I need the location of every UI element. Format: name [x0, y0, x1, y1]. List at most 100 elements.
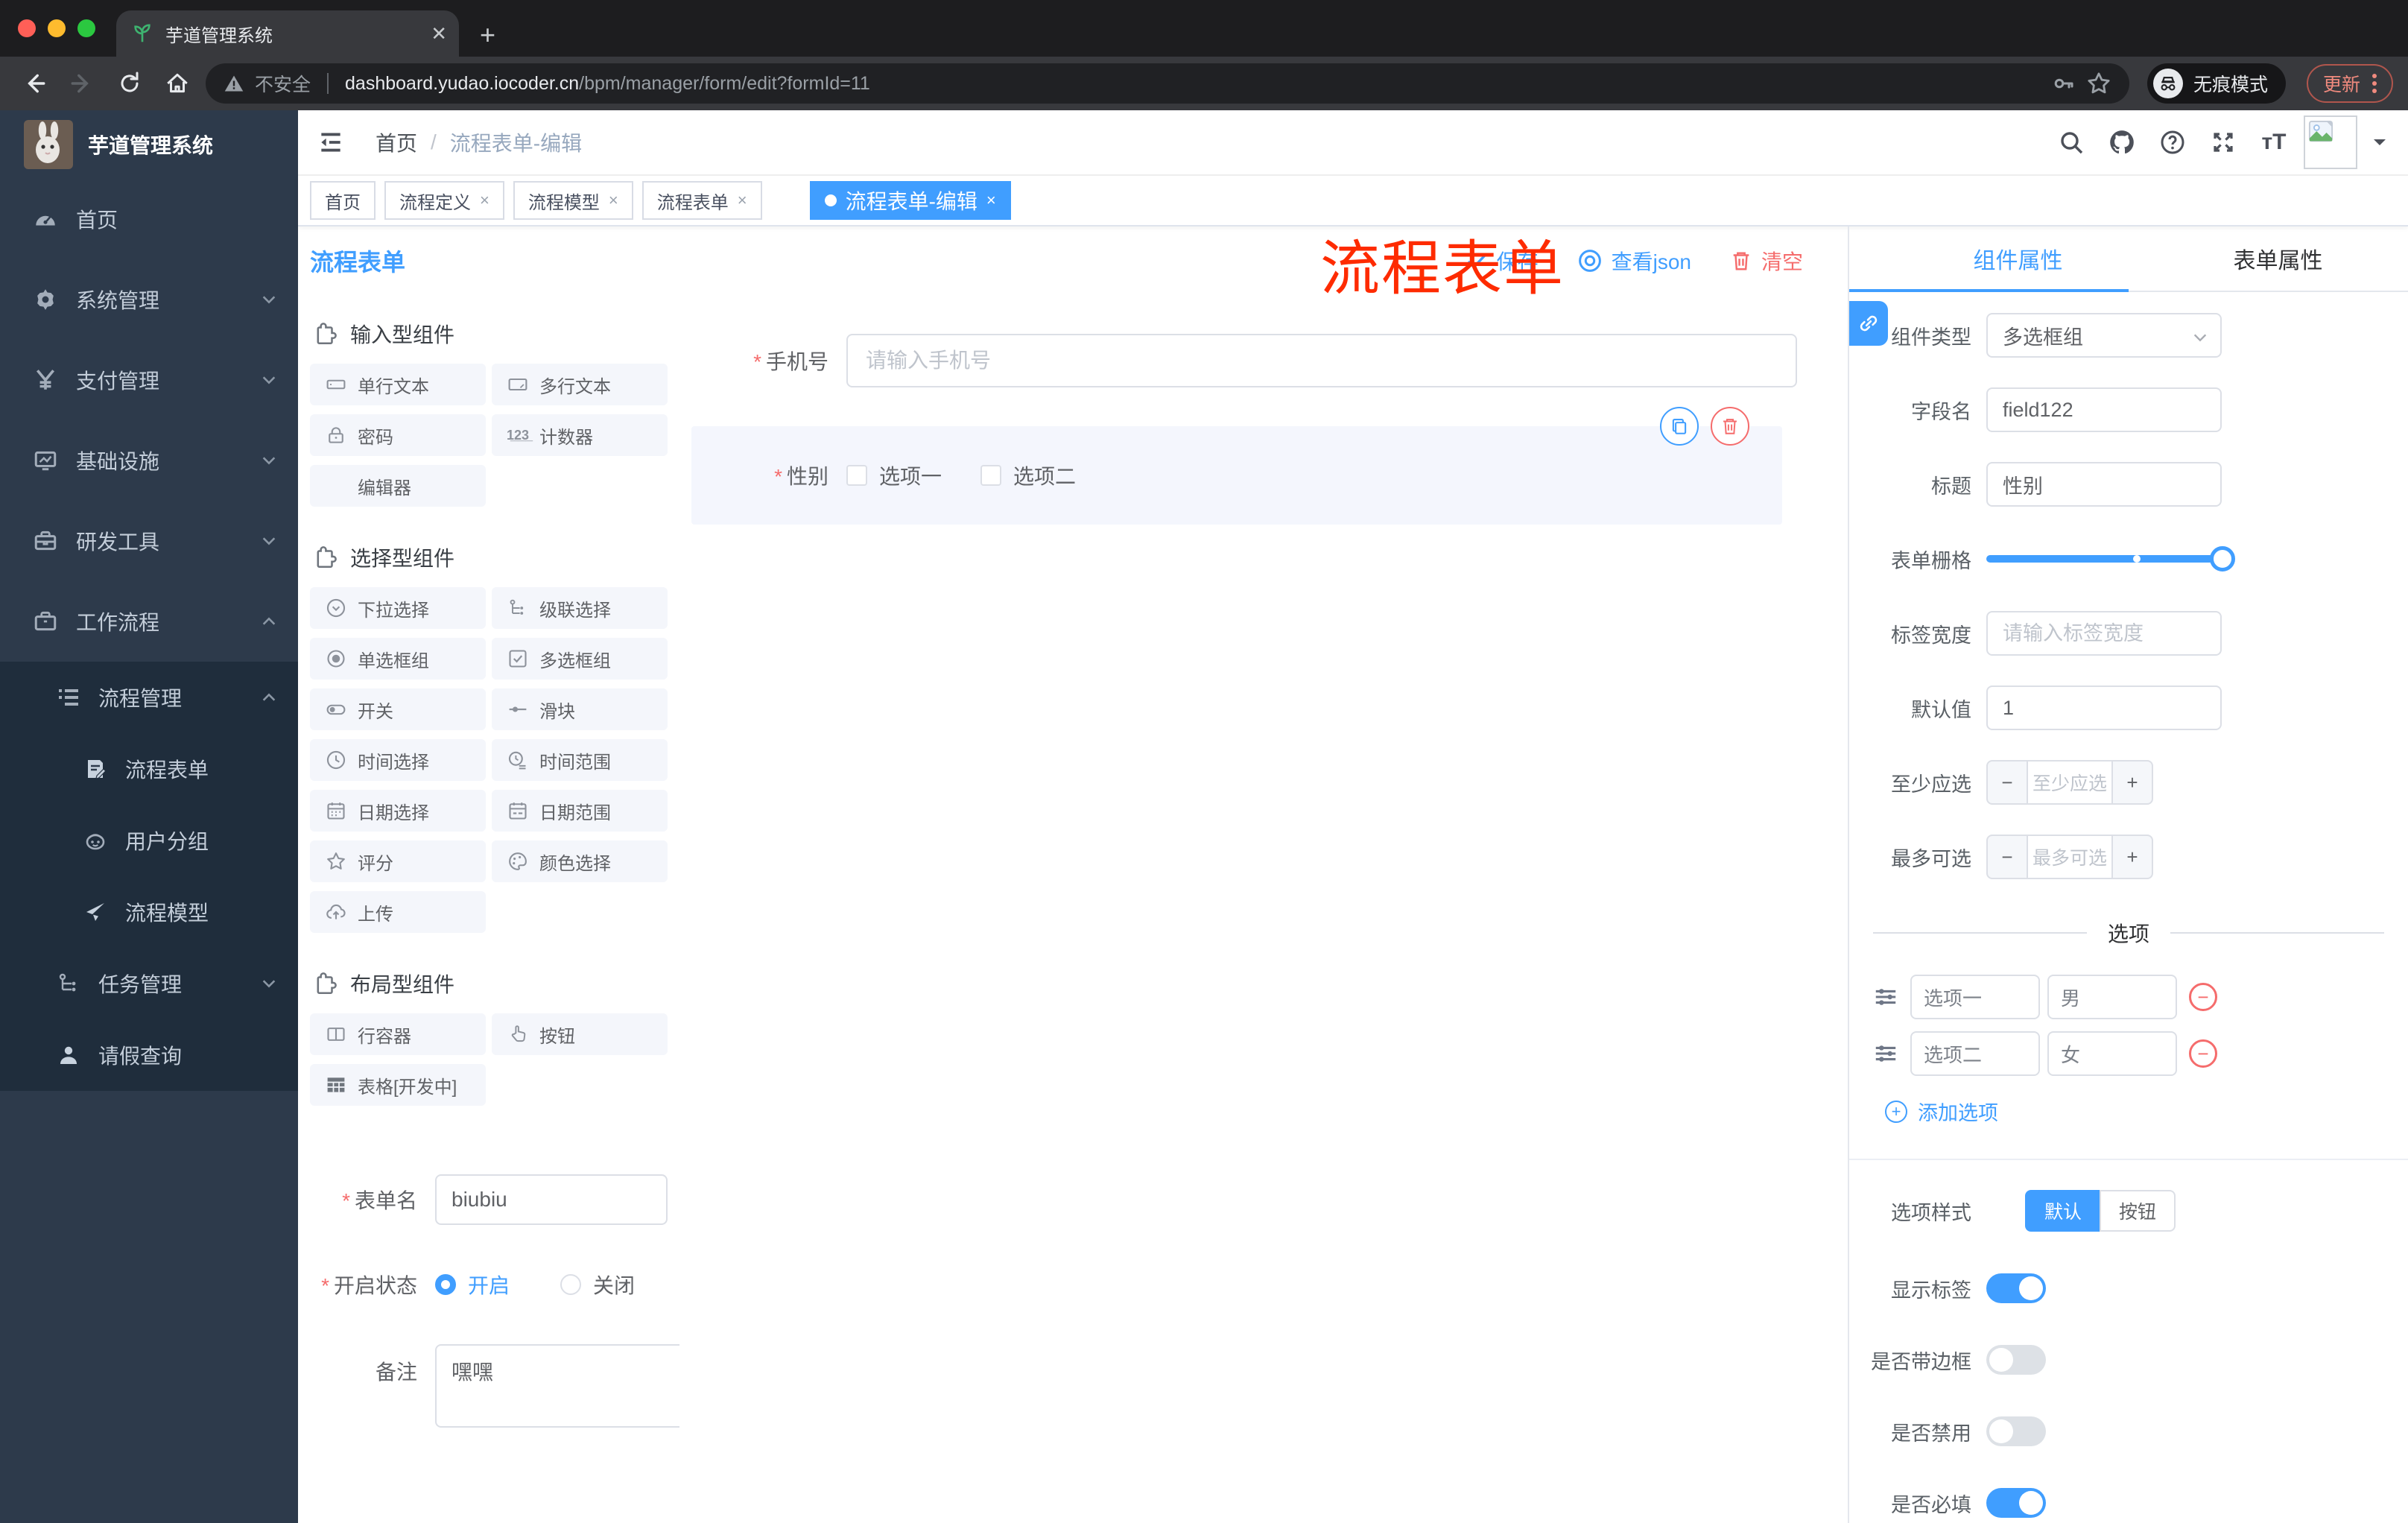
drag-handle-icon[interactable]	[1873, 1041, 1898, 1066]
sidebar-item-payment[interactable]: 支付管理	[0, 340, 298, 420]
tag-home[interactable]: 首页	[310, 181, 376, 220]
component-time-range[interactable]: 时间范围	[492, 739, 668, 781]
delete-field-button[interactable]	[1711, 407, 1749, 446]
form-canvas[interactable]: *手机号 *性别 选项一 选项二	[679, 295, 1848, 1523]
sidebar-item-task-mgmt[interactable]: 任务管理	[0, 948, 298, 1019]
tab-form-props[interactable]: 表单属性	[2148, 227, 2408, 291]
breadcrumb-home[interactable]: 首页	[376, 127, 417, 157]
grid-slider[interactable]	[1986, 536, 2235, 581]
phone-field[interactable]: * 手机号	[679, 334, 1797, 387]
forward-icon[interactable]	[63, 64, 101, 103]
drag-handle-icon[interactable]	[1873, 984, 1898, 1010]
checkbox-icon[interactable]	[980, 465, 1002, 486]
slider-track[interactable]	[1986, 546, 2235, 571]
tag-close-icon[interactable]: ×	[738, 191, 747, 210]
tag-process-definition[interactable]: 流程定义 ×	[384, 181, 504, 220]
component-rate[interactable]: 评分	[310, 840, 486, 882]
fullscreen-icon[interactable]	[2202, 121, 2244, 163]
default-value-input[interactable]	[1986, 685, 2222, 730]
style-button-button[interactable]: 按钮	[2100, 1190, 2176, 1232]
collapse-sidebar-icon[interactable]	[310, 121, 352, 163]
tag-process-form[interactable]: 流程表单 ×	[641, 181, 762, 220]
component-type-select[interactable]	[1986, 313, 2222, 358]
phone-input[interactable]	[846, 334, 1797, 387]
component-color-picker[interactable]: 颜色选择	[492, 840, 668, 882]
sidebar-item-home[interactable]: 首页	[0, 179, 298, 259]
field-link-tab[interactable]	[1849, 301, 1888, 346]
remove-option-button[interactable]: −	[2189, 983, 2217, 1011]
option-label-input[interactable]	[1910, 1031, 2040, 1076]
component-multi-line-text[interactable]: 多行文本	[492, 364, 668, 405]
remove-option-button[interactable]: −	[2189, 1039, 2217, 1068]
zoom-window-button[interactable]	[77, 19, 95, 37]
form-name-input[interactable]	[435, 1174, 668, 1225]
gender-option-2[interactable]: 选项二	[980, 460, 1076, 490]
label-width-input[interactable]	[1986, 611, 2222, 656]
password-key-icon[interactable]	[2052, 72, 2076, 95]
back-icon[interactable]	[15, 64, 54, 103]
minimize-window-button[interactable]	[48, 19, 66, 37]
font-size-icon[interactable]: ᴛT	[2253, 121, 2295, 163]
gender-field-selected[interactable]: * 性别 选项一 选项二	[691, 407, 1782, 525]
title-input[interactable]	[1986, 462, 2222, 507]
field-name-input[interactable]	[1986, 387, 2222, 432]
new-tab-button[interactable]: +	[480, 19, 495, 51]
view-json-button[interactable]: 查看json	[1577, 246, 1691, 276]
required-toggle[interactable]	[1986, 1488, 2046, 1518]
component-date-picker[interactable]: 日期选择	[310, 790, 486, 832]
component-select[interactable]: 下拉选择	[310, 587, 486, 629]
avatar-caret-icon[interactable]	[2372, 135, 2387, 150]
status-on-radio[interactable]: 开启	[435, 1270, 510, 1299]
sidebar-item-leave-query[interactable]: 请假查询	[0, 1019, 298, 1091]
increase-button[interactable]: +	[2113, 762, 2152, 803]
avatar[interactable]	[2304, 115, 2357, 169]
checkbox-icon[interactable]	[846, 465, 867, 486]
gender-option-1[interactable]: 选项一	[846, 460, 942, 490]
show-label-toggle[interactable]	[1986, 1273, 2046, 1303]
tag-close-icon[interactable]: ×	[480, 191, 489, 210]
component-date-range[interactable]: 日期范围	[492, 790, 668, 832]
sidebar-item-infra[interactable]: 基础设施	[0, 420, 298, 501]
browser-update-button[interactable]: 更新	[2306, 64, 2393, 103]
decrease-button[interactable]: −	[1988, 762, 2027, 803]
status-off-radio[interactable]: 关闭	[560, 1270, 635, 1299]
component-counter[interactable]: 1̲2̲3̲ 计数器	[492, 414, 668, 456]
sidebar-item-process-mgmt[interactable]: 流程管理	[0, 662, 298, 733]
component-checkbox-group[interactable]: 多选框组	[492, 638, 668, 680]
browser-menu-icon[interactable]	[2372, 74, 2377, 93]
sidebar-item-process-form[interactable]: 流程表单	[0, 733, 298, 805]
address-bar[interactable]: 不安全 dashboard.yudao.iocoder.cn/bpm/manag…	[206, 63, 2129, 104]
min-select-value[interactable]: 至少应选	[2027, 762, 2113, 803]
slider-handle[interactable]	[2210, 546, 2235, 571]
component-cascader[interactable]: 级联选择	[492, 587, 668, 629]
sidebar-item-system[interactable]: 系统管理	[0, 259, 298, 340]
tab-close-icon[interactable]: ✕	[431, 22, 447, 45]
component-password[interactable]: 密码	[310, 414, 486, 456]
option-value-input[interactable]	[2047, 975, 2177, 1019]
tag-close-icon[interactable]: ×	[609, 191, 618, 210]
sidebar-item-process-model[interactable]: 流程模型	[0, 876, 298, 948]
max-select-value[interactable]: 最多可选	[2027, 836, 2113, 878]
option-label-input[interactable]	[1910, 975, 2040, 1019]
component-time-picker[interactable]: 时间选择	[310, 739, 486, 781]
sidebar-item-devtools[interactable]: 研发工具	[0, 501, 298, 581]
component-editor[interactable]: 编辑器	[310, 465, 486, 507]
close-window-button[interactable]	[18, 19, 36, 37]
disabled-toggle[interactable]	[1986, 1416, 2046, 1446]
browser-tab[interactable]: 芋道管理系统 ✕	[116, 10, 459, 57]
bookmark-star-icon[interactable]	[2086, 71, 2111, 96]
increase-button[interactable]: +	[2113, 836, 2152, 878]
component-table[interactable]: 表格[开发中]	[310, 1064, 486, 1106]
component-button[interactable]: 按钮	[492, 1013, 668, 1055]
home-icon[interactable]	[158, 64, 197, 103]
github-icon[interactable]	[2101, 121, 2143, 163]
copy-field-button[interactable]	[1660, 407, 1699, 446]
sidebar-item-user-group[interactable]: 用户分组	[0, 805, 298, 876]
tag-close-icon[interactable]: ×	[986, 191, 996, 210]
option-value-input[interactable]	[2047, 1031, 2177, 1076]
component-single-line-text[interactable]: 单行文本	[310, 364, 486, 405]
component-radio-group[interactable]: 单选框组	[310, 638, 486, 680]
add-option-button[interactable]: + 添加选项	[1885, 1097, 2408, 1126]
tab-component-props[interactable]: 组件属性	[1888, 227, 2148, 291]
border-toggle[interactable]	[1986, 1345, 2046, 1375]
